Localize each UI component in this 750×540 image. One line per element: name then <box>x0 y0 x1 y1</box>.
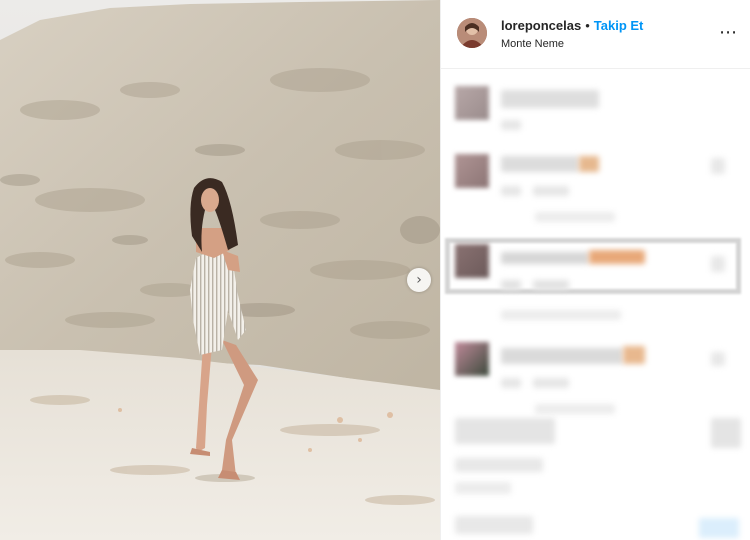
redacted-button <box>699 518 739 538</box>
separator-dot: • <box>585 18 590 33</box>
post-sidebar: loreponcelas • Takip Et Monte Neme ⋯ <box>440 0 750 540</box>
redacted-thumbnail <box>711 418 741 448</box>
username-link[interactable]: loreponcelas <box>501 18 581 33</box>
comment-avatar <box>455 244 489 278</box>
avatar-image <box>457 18 487 48</box>
heart-icon[interactable] <box>711 352 725 366</box>
redacted-text <box>501 378 521 388</box>
redacted-text <box>533 378 569 388</box>
redacted-text <box>501 186 521 196</box>
highlighted-comment-frame <box>445 238 741 294</box>
profile-avatar[interactable] <box>457 18 487 48</box>
heart-icon[interactable] <box>711 256 725 272</box>
follow-button[interactable]: Takip Et <box>594 18 644 33</box>
comment-avatar <box>455 86 489 120</box>
redacted-text <box>501 120 521 130</box>
header-title-line: loreponcelas • Takip Et <box>501 18 643 33</box>
redacted-text <box>455 516 533 534</box>
redacted-text <box>501 280 521 290</box>
comment-avatar <box>455 154 489 188</box>
heart-icon[interactable] <box>711 158 725 174</box>
redacted-emoji <box>579 156 599 172</box>
redacted-text <box>535 404 615 414</box>
post-header: loreponcelas • Takip Et Monte Neme ⋯ <box>441 0 750 69</box>
photo-image <box>0 0 440 540</box>
redacted-text <box>455 418 555 444</box>
comments-list <box>441 70 750 540</box>
more-options-icon[interactable]: ⋯ <box>719 22 738 43</box>
redacted-text <box>501 90 599 108</box>
redacted-text <box>455 482 511 494</box>
redacted-text <box>501 156 579 172</box>
redacted-text <box>535 212 615 222</box>
redacted-text <box>533 186 569 196</box>
comment-avatar <box>455 342 489 376</box>
redacted-text <box>501 310 621 320</box>
redacted-emoji <box>623 346 645 364</box>
redacted-text <box>501 348 623 364</box>
redacted-text <box>533 280 569 290</box>
chevron-right-icon: › <box>416 272 422 288</box>
post-photo[interactable]: › <box>0 0 440 540</box>
redacted-text <box>455 458 543 472</box>
carousel-next-button[interactable]: › <box>407 268 431 292</box>
redacted-emoji <box>589 250 645 264</box>
location-link[interactable]: Monte Neme <box>501 38 564 50</box>
redacted-text <box>501 252 589 264</box>
